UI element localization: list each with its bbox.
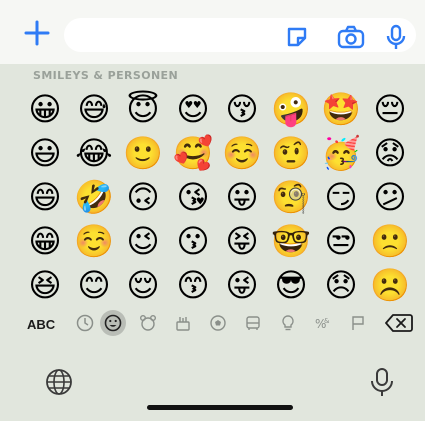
emoji-key[interactable]: 🤓 <box>266 218 316 264</box>
animal-icon[interactable] <box>135 310 161 336</box>
emoji-key[interactable]: 😊 <box>69 262 119 308</box>
home-indicator <box>147 405 293 410</box>
emoji-key[interactable]: 😕 <box>365 174 415 220</box>
emoji-key[interactable]: 🙃 <box>118 174 168 220</box>
emoji-key[interactable]: 😏 <box>316 174 366 220</box>
emoji-key[interactable]: 😜 <box>217 262 267 308</box>
emoji-key[interactable]: 😗 <box>168 218 218 264</box>
emoji-key[interactable]: 😎 <box>266 262 316 308</box>
emoji-key[interactable]: 🤣 <box>69 174 119 220</box>
emoji-key[interactable]: 🙁 <box>365 218 415 264</box>
section-title: SMILEYS & PERSONEN <box>33 69 179 82</box>
emoji-key[interactable]: 😛 <box>217 174 267 220</box>
emoji-key[interactable]: 😙 <box>168 262 218 308</box>
abc-key[interactable]: ABC <box>27 317 55 332</box>
globe-icon[interactable] <box>44 367 74 397</box>
emoji-key[interactable]: 🙂 <box>118 130 168 176</box>
emoji-key[interactable]: 😆 <box>20 262 70 308</box>
food-icon[interactable] <box>170 310 196 336</box>
emoji-key[interactable]: 🤨 <box>266 130 316 176</box>
compose-bar <box>0 0 425 64</box>
sports-icon[interactable] <box>205 310 231 336</box>
svg-text:&: & <box>324 317 330 325</box>
sticker-icon[interactable] <box>284 24 310 50</box>
emoji-key[interactable]: 😀 <box>20 86 70 132</box>
emoji-key[interactable]: 🧐 <box>266 174 316 220</box>
symbols-icon[interactable]: % & <box>310 310 336 336</box>
emoji-key[interactable]: 😒 <box>316 218 366 264</box>
travel-icon[interactable] <box>240 310 266 336</box>
emoji-key[interactable]: ☹️ <box>365 262 415 308</box>
emoji-key[interactable]: 😇 <box>118 86 168 132</box>
dictation-microphone-icon[interactable] <box>369 367 395 397</box>
emoji-key[interactable]: 😂 <box>69 130 119 176</box>
emoji-key[interactable]: 😍 <box>168 86 218 132</box>
emoji-key[interactable]: 😌 <box>118 262 168 308</box>
delete-icon[interactable] <box>385 313 413 333</box>
emoji-key[interactable]: 😚 <box>217 86 267 132</box>
objects-icon[interactable] <box>275 310 301 336</box>
emoji-key[interactable]: 😘 <box>168 174 218 220</box>
emoji-key[interactable]: ☺️ <box>217 130 267 176</box>
emoji-key[interactable]: 🥰 <box>168 130 218 176</box>
clock-icon[interactable] <box>72 310 98 336</box>
emoji-key[interactable]: ☺️ <box>69 218 119 264</box>
emoji-key[interactable]: 😁 <box>20 218 70 264</box>
flag-icon[interactable] <box>345 310 371 336</box>
emoji-key[interactable]: 🤩 <box>316 86 366 132</box>
emoji-key[interactable]: 😞 <box>316 262 366 308</box>
emoji-key[interactable]: 😉 <box>118 218 168 264</box>
emoji-key[interactable]: 😝 <box>217 218 267 264</box>
emoji-key[interactable]: 😔 <box>365 86 415 132</box>
microphone-icon[interactable] <box>385 24 407 50</box>
camera-icon[interactable] <box>337 24 365 50</box>
emoji-key[interactable]: 😅 <box>69 86 119 132</box>
emoji-key[interactable]: 😃 <box>20 130 70 176</box>
emoji-key[interactable]: 😄 <box>20 174 70 220</box>
smiley-icon[interactable] <box>100 310 126 336</box>
emoji-key[interactable]: 🥳 <box>316 130 366 176</box>
plus-icon[interactable] <box>22 18 52 48</box>
emoji-key[interactable]: 😟 <box>365 130 415 176</box>
emoji-key[interactable]: 🤪 <box>266 86 316 132</box>
